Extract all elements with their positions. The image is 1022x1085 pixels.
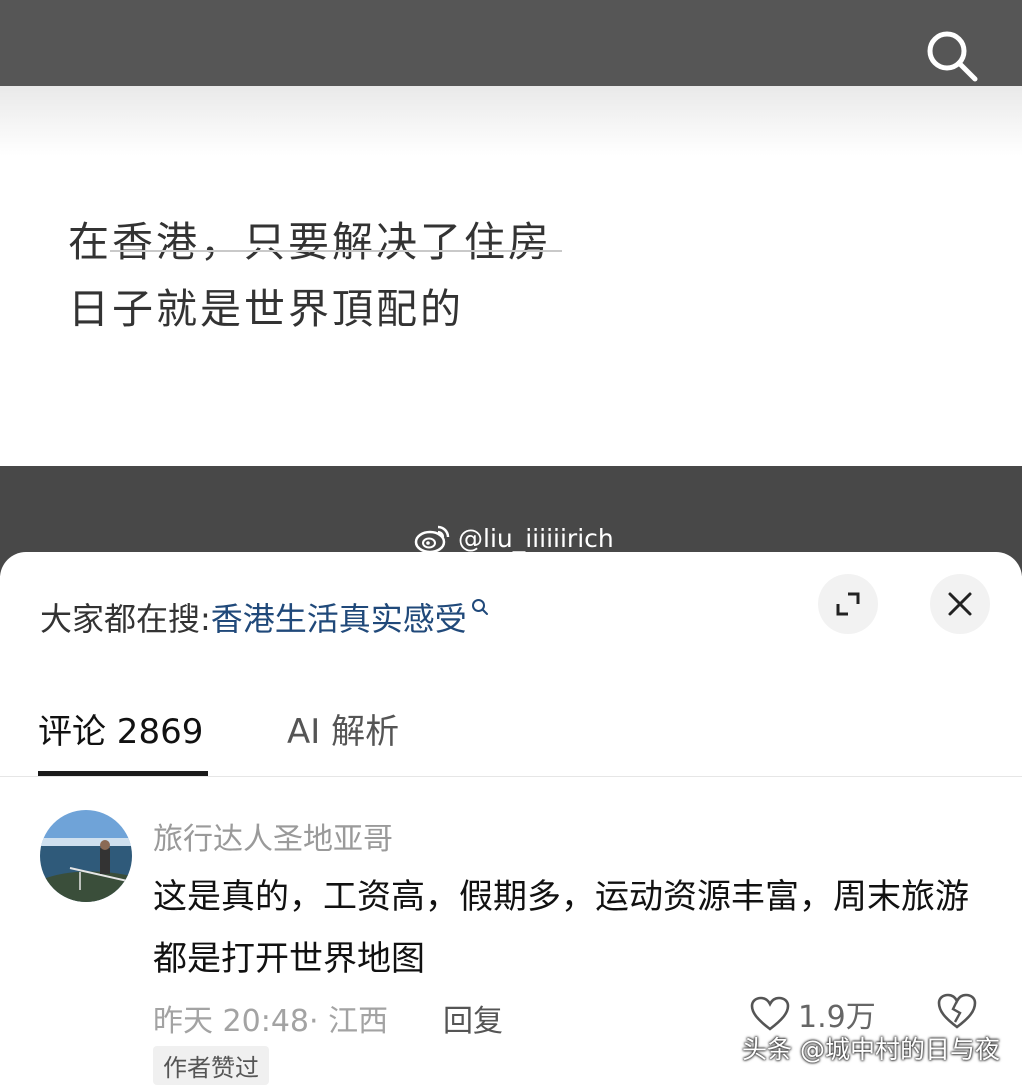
close-icon bbox=[948, 592, 972, 616]
source-watermark: 头条 @城中村的日与夜 bbox=[742, 1035, 1000, 1064]
author-liked-badge: 作者赞过 bbox=[153, 1046, 269, 1085]
comment-author[interactable]: 旅行达人圣地亚哥 bbox=[153, 814, 393, 858]
quote-line-1: 在香港，只要解决了住房 bbox=[68, 218, 552, 266]
watermark-text: @liu_iiiiiirich bbox=[458, 523, 614, 553]
heart-icon bbox=[750, 996, 790, 1031]
tab-ai-analysis[interactable]: AI 解析 bbox=[287, 704, 399, 753]
weibo-icon bbox=[414, 525, 450, 554]
comment-text: 这是真的，工资高，假期多，运动资源丰富，周末旅游都是打开世界地图 bbox=[153, 877, 969, 979]
expand-icon bbox=[836, 592, 860, 616]
comments-sheet: 大家都在搜:香港生活真实感受 评论 2869 AI 解析 旅行达人圣地亚哥 这是… bbox=[0, 552, 1022, 1085]
comment-time-location: 昨天 20:48· 江西 bbox=[153, 1004, 389, 1039]
top-bar bbox=[0, 0, 1022, 86]
avatar-image bbox=[40, 810, 132, 902]
dislike-button[interactable] bbox=[936, 992, 978, 1034]
quote-underline bbox=[110, 250, 562, 252]
expand-button[interactable] bbox=[818, 574, 878, 634]
weibo-watermark: @liu_iiiiiirich bbox=[414, 522, 614, 554]
avatar[interactable] bbox=[40, 810, 132, 902]
hot-search-prefix: 大家都在搜: bbox=[40, 600, 211, 638]
tab-comments[interactable]: 评论 2869 bbox=[38, 704, 203, 753]
reply-button[interactable]: 回复 bbox=[443, 996, 503, 1040]
search-small-icon bbox=[471, 599, 488, 615]
hot-search[interactable]: 大家都在搜:香港生活真实感受 bbox=[40, 594, 489, 640]
quote-line-2: 日子就是世界頂配的 bbox=[68, 285, 464, 333]
hot-search-term[interactable]: 香港生活真实感受 bbox=[211, 600, 467, 638]
search-icon[interactable] bbox=[924, 28, 980, 84]
broken-heart-icon bbox=[937, 993, 977, 1029]
close-button[interactable] bbox=[930, 574, 990, 634]
tabs-divider bbox=[0, 776, 1022, 777]
